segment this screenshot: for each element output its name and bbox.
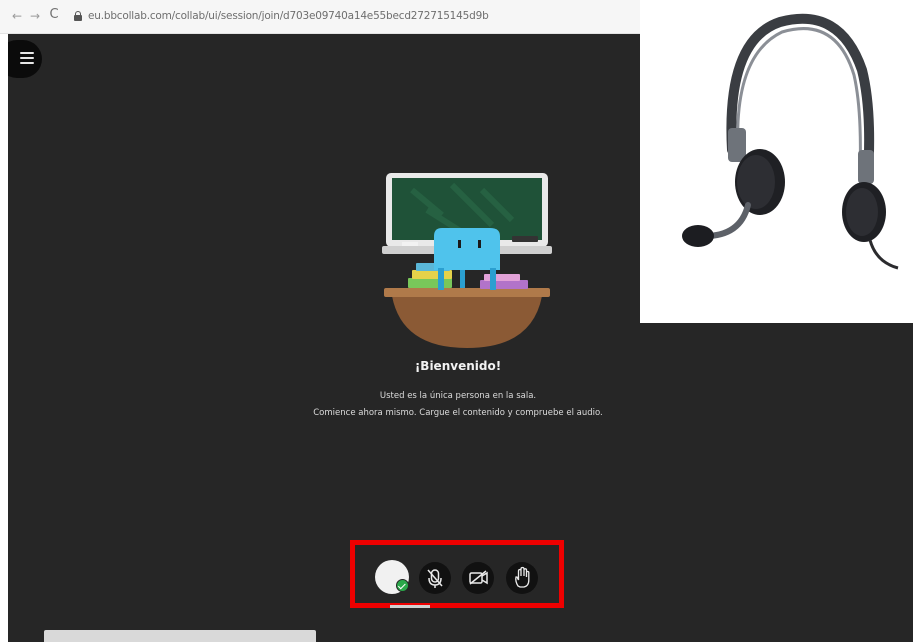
microphone-off-icon[interactable] (419, 562, 451, 594)
bottom-panel-edge (44, 630, 316, 642)
url-text[interactable]: eu.bbcollab.com/collab/ui/session/join/d… (88, 10, 489, 22)
lock-icon (74, 11, 82, 21)
classroom-illustration (382, 173, 552, 348)
headset-photo (640, 0, 913, 323)
hand-icon[interactable] (506, 562, 538, 594)
headset-icon (682, 13, 899, 270)
back-arrow-icon[interactable]: ← (10, 9, 24, 23)
welcome-title: ¡Bienvenido! (414, 359, 502, 373)
reload-icon[interactable]: C (47, 8, 61, 22)
welcome-message-line-1: Usted es la única persona en la sala. (379, 391, 537, 401)
hamburger-menu-icon[interactable] (8, 40, 42, 78)
camera-off-icon[interactable] (462, 562, 494, 594)
welcome-message-line-2: Comience ahora mismo. Cargue el contenid… (313, 408, 603, 418)
connected-check-icon (396, 579, 409, 592)
active-indicator (390, 605, 430, 608)
address-bar[interactable]: eu.bbcollab.com/collab/ui/session/join/d… (68, 7, 648, 27)
forward-arrow-icon[interactable]: → (28, 9, 42, 23)
